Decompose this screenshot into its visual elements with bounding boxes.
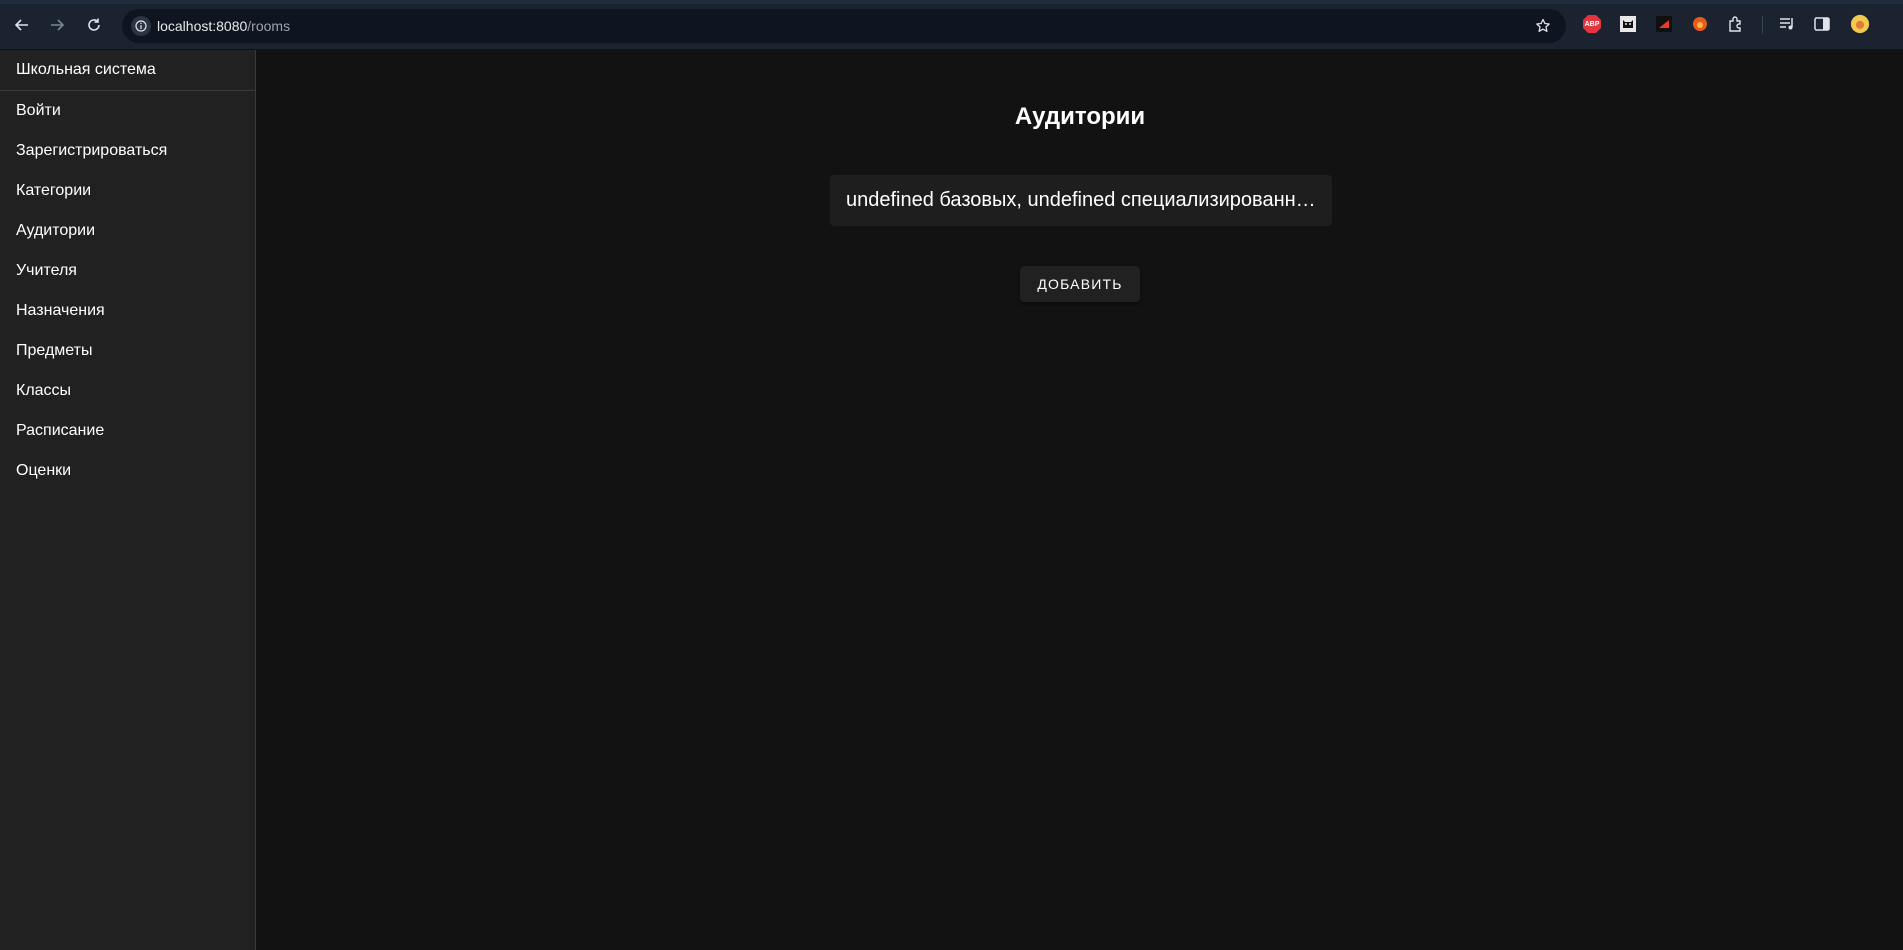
abp-label: ABP [1584,20,1600,28]
sidebar-item-schedule[interactable]: Расписание [0,411,255,451]
red-arrow-icon[interactable] [1654,14,1674,34]
app-brand[interactable]: Школьная система [0,50,255,91]
sidebar: Школьная система Войти Зарегистрироватьс… [0,50,256,950]
room-card-text: undefined базовых, undefined специализир… [846,189,1316,211]
toolbar-separator [1762,16,1763,34]
url-path: /rooms [247,18,291,34]
media-icon[interactable] [1777,14,1797,34]
sidebar-item-categories[interactable]: Категории [0,171,255,211]
site-info-icon[interactable] [131,16,151,36]
url-text: localhost:8080/rooms [157,18,290,34]
page-title: Аудитории [1014,103,1146,130]
tab-strip [0,0,1903,4]
reload-icon [88,18,100,31]
sidebar-item-assignments[interactable]: Назначения [0,291,255,331]
cat-icon[interactable] [1618,14,1638,34]
sidepanel-icon[interactable] [1812,14,1832,34]
add-button[interactable]: Добавить [1020,266,1140,302]
forward-button[interactable] [45,13,69,37]
address-bar[interactable]: localhost:8080/rooms [122,9,1566,43]
sidebar-item-classes[interactable]: Классы [0,371,255,411]
sidebar-item-subjects[interactable]: Предметы [0,331,255,371]
sidebar-item-teachers[interactable]: Учителя [0,251,255,291]
sidebar-item-register[interactable]: Зарегистрироваться [0,131,255,171]
avatar[interactable] [1850,14,1870,34]
bookmark-star-icon[interactable] [1532,15,1554,37]
arrow-left-icon [14,19,28,31]
url-host: localhost:8080 [157,18,248,34]
fox-icon[interactable] [1690,14,1710,34]
abp-icon[interactable]: ABP [1582,14,1602,34]
puzzle-icon[interactable] [1726,14,1746,34]
sidebar-item-grades[interactable]: Оценки [0,451,255,491]
sidebar-item-login[interactable]: Войти [0,91,255,131]
main-content: Аудитории undefined базовых, undefined с… [257,50,1903,950]
browser-toolbar: localhost:8080/rooms ABP [0,0,1903,50]
back-button[interactable] [10,13,34,37]
reload-button[interactable] [82,13,106,37]
room-card[interactable]: undefined базовых, undefined специализир… [830,175,1332,226]
arrow-right-icon [51,19,65,31]
sidebar-item-rooms[interactable]: Аудитории [0,211,255,251]
